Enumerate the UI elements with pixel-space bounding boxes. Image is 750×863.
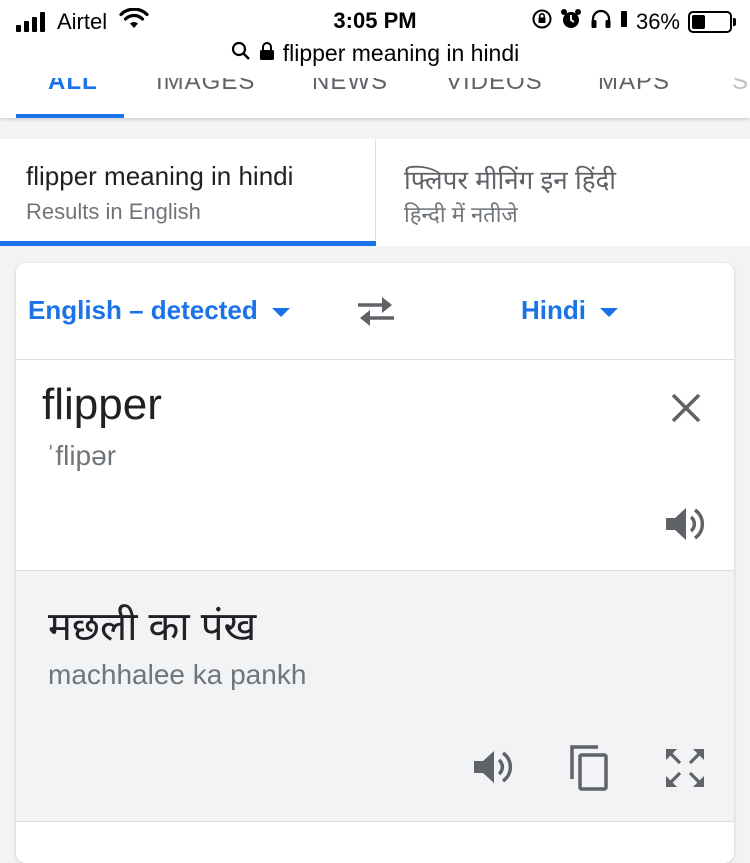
swap-languages-icon[interactable]: [354, 293, 398, 334]
english-subtitle: Results in English: [26, 199, 201, 224]
transliteration-text: machhalee ka pankh: [48, 659, 307, 690]
hindi-query: फ्लिपर मीनिंग इन हिंदी: [404, 165, 617, 195]
headphones-icon: [590, 9, 612, 35]
lock-icon: [259, 40, 275, 67]
speaker-icon[interactable]: [472, 747, 516, 792]
active-query-indicator: [0, 241, 376, 246]
english-query: flipper meaning in hindi: [26, 161, 294, 191]
target-language-label: Hindi: [521, 295, 586, 325]
hindi-results-option[interactable]: फ्लिपर मीनिंग इन हिंदी हिन्दी में नतीजे: [376, 139, 750, 246]
source-language-select[interactable]: English – detected: [28, 295, 290, 326]
battery-icon: [688, 11, 736, 33]
copy-icon[interactable]: [566, 743, 612, 798]
chevron-down-icon: [271, 308, 290, 317]
source-phonetic: ˈflipər: [46, 440, 117, 471]
translation-panel: मछली का पंख machhalee ka pankh: [16, 571, 734, 822]
tab-all[interactable]: ALL: [48, 78, 98, 96]
battery-fill: [692, 15, 705, 29]
status-right: 36%: [532, 8, 736, 36]
search-tabs: ALL IMAGES NEWS VIDEOS MAPS S: [0, 78, 750, 118]
tab-shopping[interactable]: S: [732, 78, 749, 96]
english-results-option[interactable]: flipper meaning in hindi Results in Engl…: [0, 139, 375, 246]
tab-news[interactable]: NEWS: [312, 78, 388, 96]
speaker-icon[interactable]: [664, 504, 708, 549]
hindi-subtitle: हिन्दी में नतीजे: [404, 202, 518, 227]
url-bar[interactable]: flipper meaning in hindi: [0, 40, 750, 67]
url-text: flipper meaning in hindi: [282, 40, 520, 66]
active-tab-indicator: [16, 114, 124, 118]
source-language-label: English – detected: [28, 295, 258, 325]
tab-images[interactable]: IMAGES: [156, 78, 255, 96]
charging-indicator-icon: [620, 9, 628, 35]
battery-percent: 36%: [635, 9, 680, 34]
card-bottom-strip: [16, 822, 734, 863]
status-bar: Airtel 3:05 PM 36% flipper meaning in hi…: [0, 0, 750, 78]
target-language-select[interactable]: Hindi: [521, 295, 618, 326]
tab-maps[interactable]: MAPS: [598, 78, 670, 96]
translation-text: मछली का पंख: [48, 605, 257, 649]
orientation-lock-icon: [532, 9, 552, 35]
search-icon: [231, 40, 251, 67]
fullscreen-icon[interactable]: [664, 747, 706, 794]
clear-icon[interactable]: [668, 390, 704, 431]
source-text-panel[interactable]: flipper ˈflipər: [16, 360, 734, 571]
alarm-icon: [560, 8, 582, 36]
chevron-down-icon: [600, 308, 618, 317]
translation-card: English – detected Hindi flipper ˈflipər: [16, 263, 734, 863]
language-row: English – detected Hindi: [16, 263, 734, 360]
tab-videos[interactable]: VIDEOS: [446, 78, 543, 96]
query-language-toggle: flipper meaning in hindi Results in Engl…: [0, 139, 750, 246]
source-text[interactable]: flipper: [42, 380, 162, 430]
